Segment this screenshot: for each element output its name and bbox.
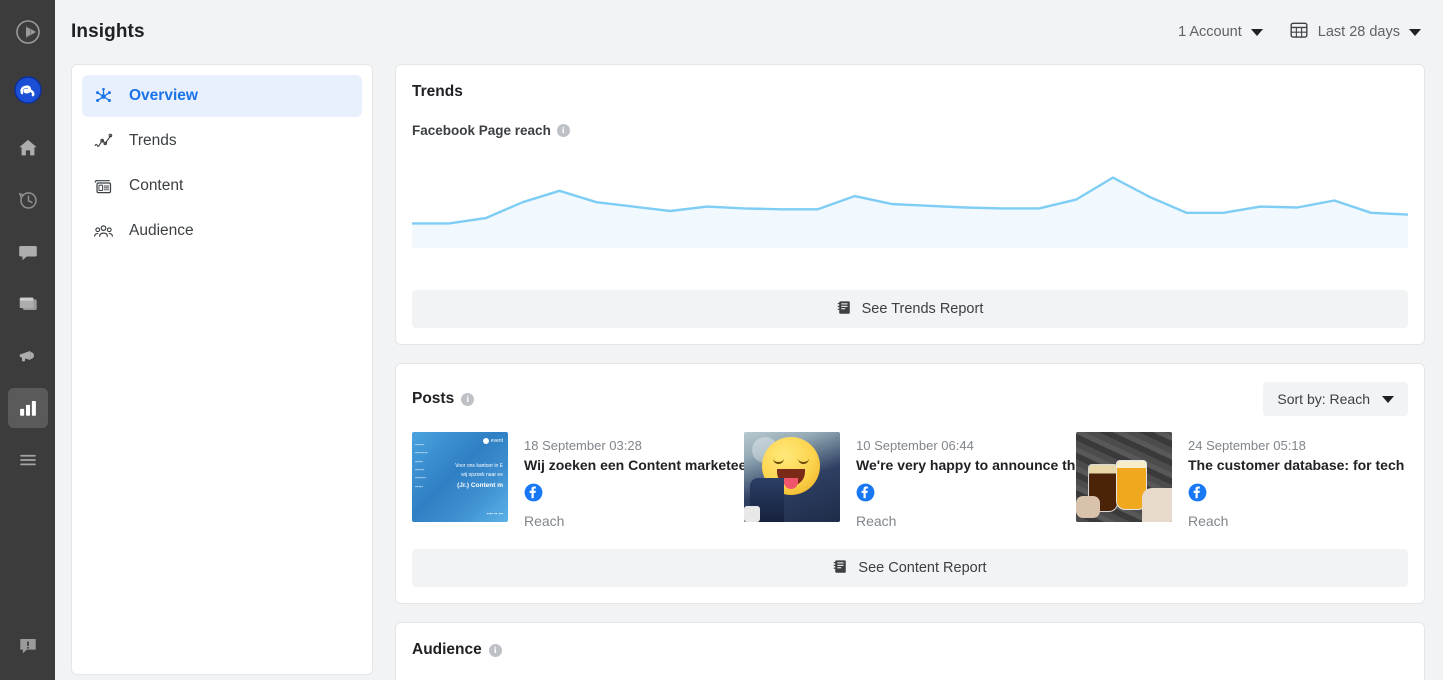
audience-card-title: Audience i xyxy=(412,641,1408,659)
account-selector-label: 1 Account xyxy=(1178,24,1242,40)
trends-card-title: Trends xyxy=(412,83,463,100)
sidebar-item-trends[interactable]: Trends xyxy=(82,120,362,162)
post-item[interactable]: ▪▪▪▪▪▪ ▪▪▪▪▪▪▪▪ ▪▪▪▪▪ ▪▪▪▪▪▪ ▪▪▪▪▪▪▪ ▪▪▪▪▪ ev… xyxy=(412,432,744,529)
posts-list: ▪▪▪▪▪▪ ▪▪▪▪▪▪▪▪ ▪▪▪▪▪ ▪▪▪▪▪▪ ▪▪▪▪▪▪▪ ▪▪▪▪▪ ev… xyxy=(412,432,1408,529)
sidebar-item-audience[interactable]: Audience xyxy=(82,210,362,252)
see-trends-report-label: See Trends Report xyxy=(861,301,984,317)
main-region: Insights 1 Account Last 28 days Overview… xyxy=(55,0,1443,680)
content-icon xyxy=(92,175,114,197)
alert-icon[interactable] xyxy=(8,626,48,666)
sort-by-dropdown[interactable]: Sort by: Reach xyxy=(1263,382,1408,416)
info-icon[interactable]: i xyxy=(461,392,475,406)
insights-icon[interactable] xyxy=(7,388,48,428)
sidebar-item-label: Audience xyxy=(129,222,194,239)
facebook-icon xyxy=(856,483,1076,507)
facebook-icon xyxy=(524,483,744,507)
post-thumbnail[interactable] xyxy=(1076,432,1172,522)
post-thumbnail[interactable]: ▪▪▪▪▪▪ ▪▪▪▪▪▪▪▪ ▪▪▪▪▪ ▪▪▪▪▪▪ ▪▪▪▪▪▪▪ ▪▪▪▪▪ ev… xyxy=(412,432,508,522)
post-text: We're very happy to announce th xyxy=(856,457,1076,473)
facebook-page-reach-chart xyxy=(410,152,1410,270)
posts-card-title: Posts i xyxy=(412,390,475,408)
topbar-controls: 1 Account Last 28 days xyxy=(1178,20,1421,44)
info-icon[interactable]: i xyxy=(556,124,570,137)
report-icon xyxy=(833,559,848,578)
sidebar-item-label: Trends xyxy=(129,132,177,149)
post-date: 24 September 05:18 xyxy=(1188,438,1306,453)
chevron-down-icon xyxy=(1250,28,1263,36)
trends-icon xyxy=(92,130,114,152)
posts-card: Posts i Sort by: Reach ▪▪▪▪▪▪ ▪▪▪▪▪▪▪▪ ▪… xyxy=(395,363,1425,604)
facebook-icon xyxy=(1188,483,1408,507)
global-nav-rail xyxy=(0,0,55,680)
post-date: 18 September 03:28 xyxy=(524,438,642,453)
account-avatar[interactable] xyxy=(8,70,48,110)
post-metric-label: Reach xyxy=(1188,513,1229,529)
date-range-selector[interactable]: Last 28 days xyxy=(1289,20,1421,44)
post-details: 24 September 05:18 The customer database… xyxy=(1188,432,1408,529)
chevron-down-icon xyxy=(1382,395,1394,403)
trends-metric-heading: Facebook Page reach i xyxy=(412,123,1408,138)
thumb-side-text: ▪▪▪▪▪▪ ▪▪▪▪▪▪▪▪ ▪▪▪▪▪ ▪▪▪▪▪▪ ▪▪▪▪▪▪▪ ▪▪▪▪▪ xyxy=(415,442,428,489)
app-root: Insights 1 Account Last 28 days Overview… xyxy=(0,0,1443,680)
date-range-label: Last 28 days xyxy=(1317,24,1400,40)
menu-icon[interactable] xyxy=(8,440,48,480)
report-icon xyxy=(837,300,852,319)
messages-icon[interactable] xyxy=(8,232,48,272)
thumb-brand: event xyxy=(482,438,503,444)
thumb-title: (Jr.) Content m xyxy=(457,482,503,489)
audience-icon xyxy=(92,220,114,242)
post-text: The customer database: for tech xyxy=(1188,457,1405,473)
posts-card-header: Posts i Sort by: Reach xyxy=(412,382,1408,416)
page-title: Insights xyxy=(71,21,145,42)
topbar: Insights 1 Account Last 28 days xyxy=(55,0,1443,64)
account-selector[interactable]: 1 Account xyxy=(1178,24,1263,40)
info-icon[interactable]: i xyxy=(488,643,502,657)
posts-title-label: Posts xyxy=(412,390,455,407)
content-icon[interactable] xyxy=(8,284,48,324)
post-metric-label: Reach xyxy=(856,513,897,529)
thumb-body-text: Voor ons kantoor in E wij opzoek naar ee xyxy=(455,463,503,478)
post-details: 18 September 03:28 Wij zoeken een Conten… xyxy=(524,432,744,529)
sort-by-label: Sort by: Reach xyxy=(1277,391,1370,407)
insights-content: Trends Facebook Page reach i See Trends … xyxy=(395,64,1425,680)
post-date: 10 September 06:44 xyxy=(856,438,974,453)
overview-icon xyxy=(92,85,114,107)
post-details: 10 September 06:44 We're very happy to a… xyxy=(856,432,1076,529)
audience-card: Audience i Facebook Page likes i xyxy=(395,622,1425,680)
sidebar-item-label: Overview xyxy=(129,87,198,104)
trends-card: Trends Facebook Page reach i See Trends … xyxy=(395,64,1425,345)
audience-title-label: Audience xyxy=(412,641,482,658)
brand-logo-icon[interactable] xyxy=(8,12,48,52)
calendar-icon xyxy=(1289,20,1309,44)
post-metric-label: Reach xyxy=(524,513,565,529)
history-icon[interactable] xyxy=(8,180,48,220)
sidebar-item-label: Content xyxy=(129,177,184,194)
campaigns-icon[interactable] xyxy=(8,336,48,376)
post-thumbnail[interactable] xyxy=(744,432,840,522)
trends-metric-label: Facebook Page reach xyxy=(412,123,551,138)
chevron-down-icon xyxy=(1409,28,1421,36)
post-text: Wij zoeken een Content marketeer xyxy=(524,457,744,473)
thumb-footer: ▪▪▪▪ ▪▪ ▪▪▪ xyxy=(486,511,503,516)
insights-sidebar: Overview Trends Content Audience xyxy=(71,64,373,675)
see-trends-report-button[interactable]: See Trends Report xyxy=(412,290,1408,328)
see-content-report-button[interactable]: See Content Report xyxy=(412,549,1408,587)
see-content-report-label: See Content Report xyxy=(858,560,987,576)
body-area: Overview Trends Content Audience Trends … xyxy=(55,64,1443,680)
post-item[interactable]: 10 September 06:44 We're very happy to a… xyxy=(744,432,1076,529)
home-icon[interactable] xyxy=(8,128,48,168)
sidebar-item-overview[interactable]: Overview xyxy=(82,75,362,117)
post-item[interactable]: 24 September 05:18 The customer database… xyxy=(1076,432,1408,529)
sidebar-item-content[interactable]: Content xyxy=(82,165,362,207)
